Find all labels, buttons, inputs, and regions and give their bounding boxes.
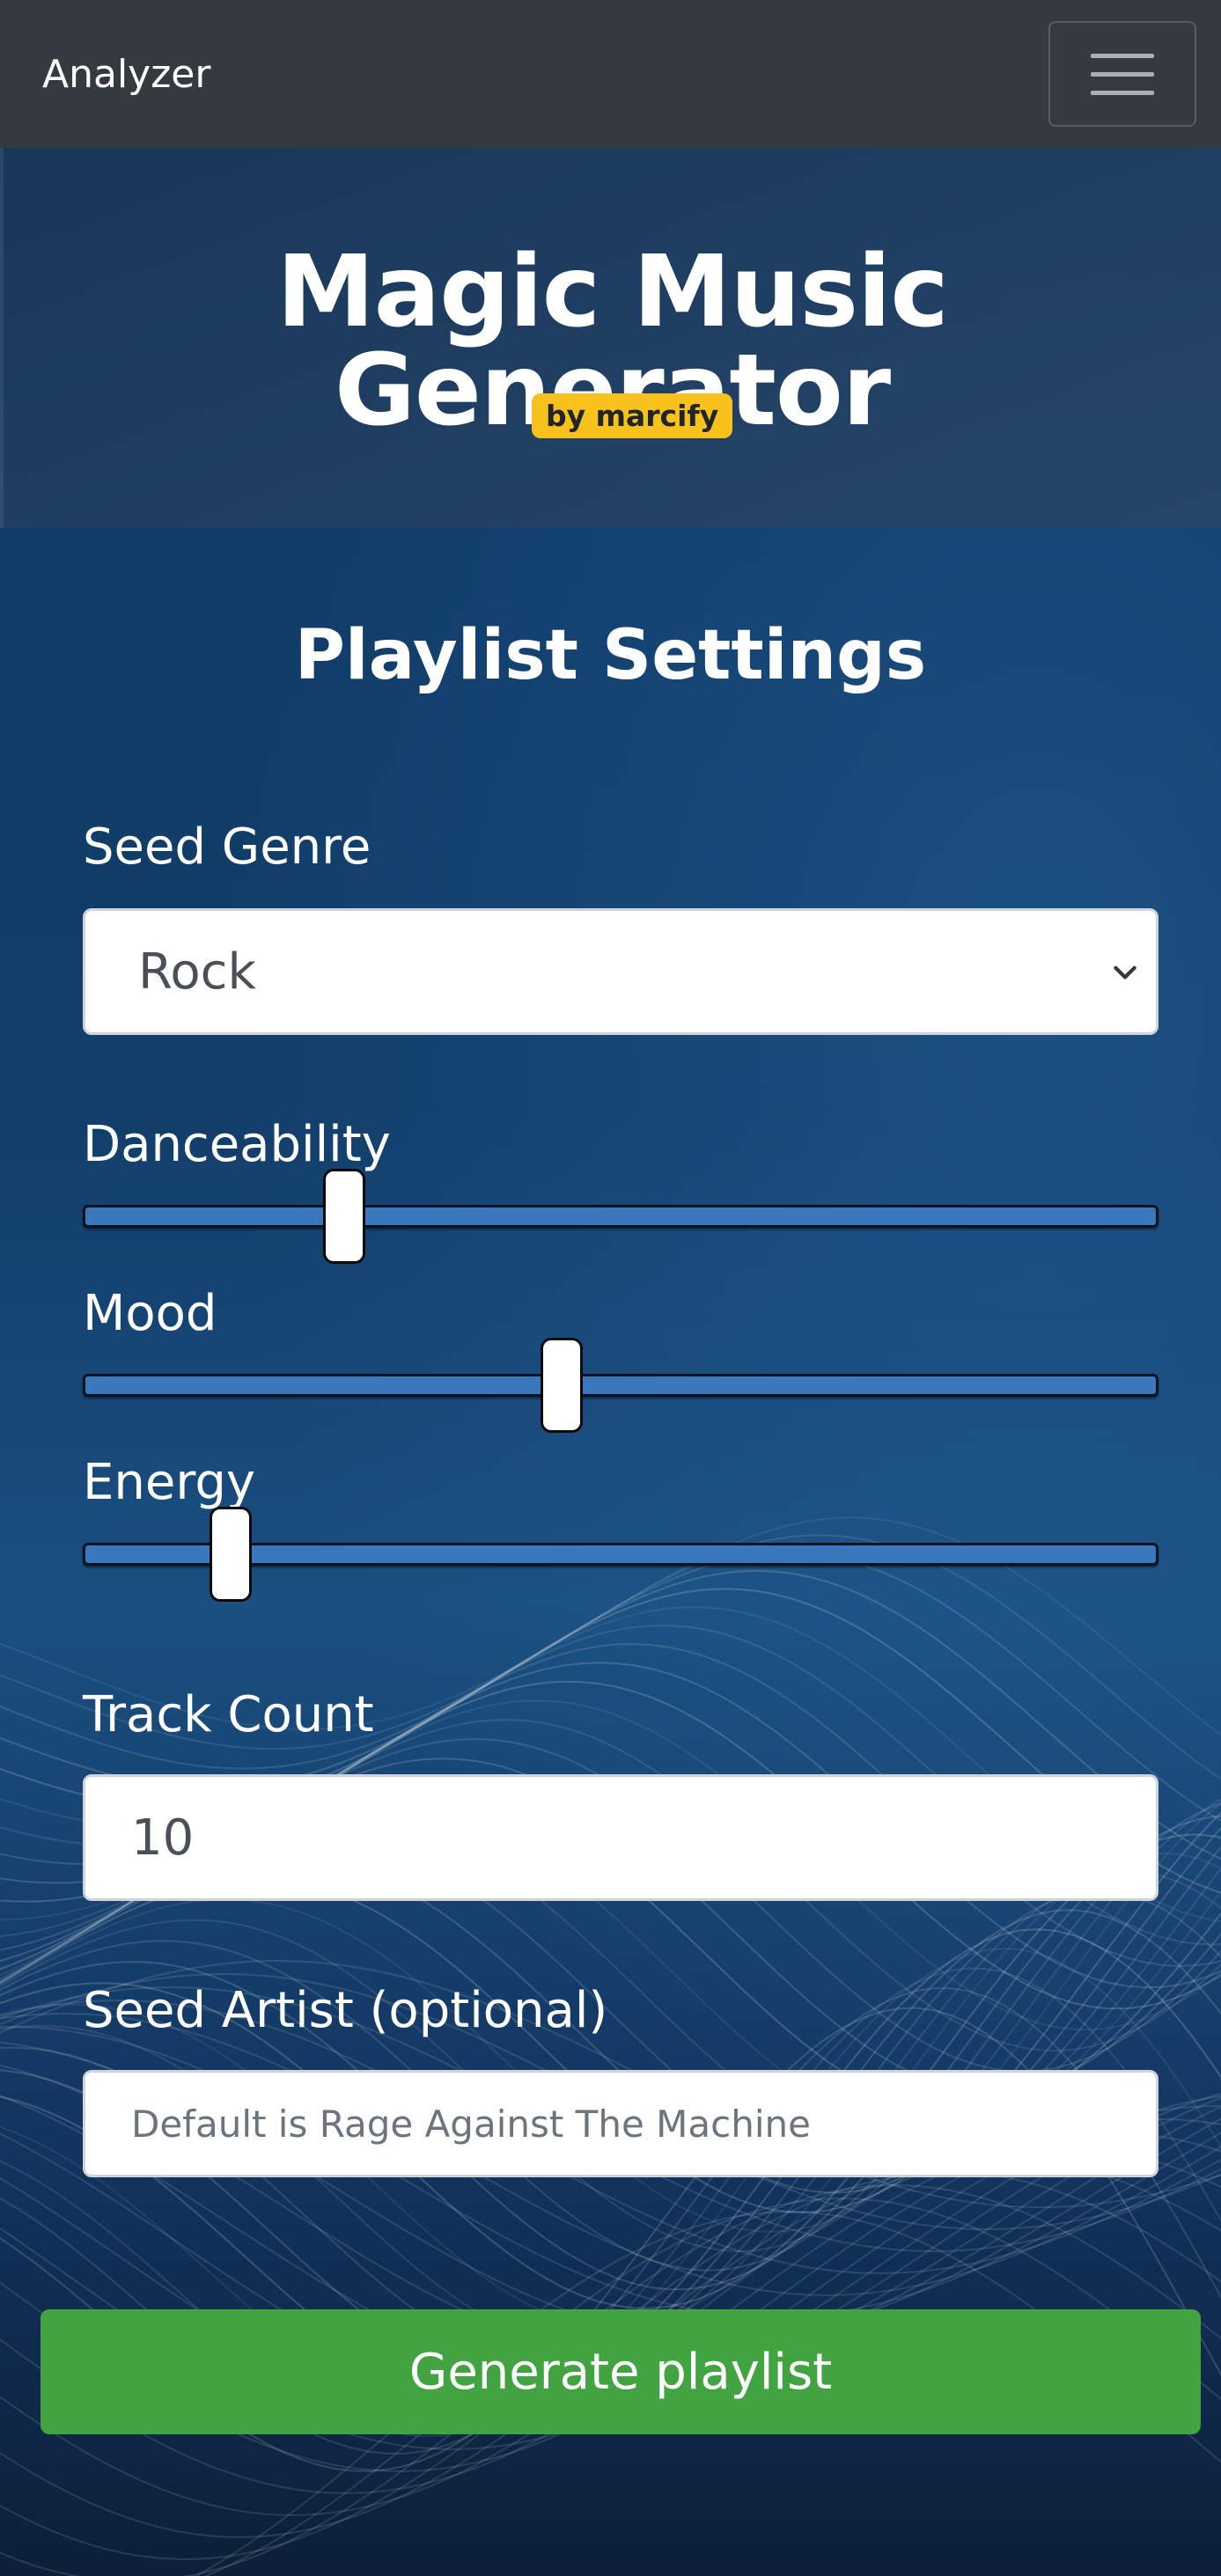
seed-genre-label: Seed Genre (83, 818, 371, 876)
energy-slider[interactable] (83, 1507, 1158, 1602)
danceability-label: Danceability (83, 1116, 391, 1173)
danceability-slider[interactable] (83, 1169, 1158, 1264)
generate-playlist-button[interactable]: Generate playlist (40, 2309, 1201, 2434)
menu-toggle-button[interactable] (1048, 21, 1196, 127)
seed-genre-select[interactable]: Rock (83, 908, 1158, 1035)
energy-slider-thumb[interactable] (209, 1507, 252, 1602)
header-jumbotron: Magic Music Generator by marcify (0, 148, 1221, 528)
track-count-value: 10 (131, 1809, 195, 1867)
energy-label: Energy (83, 1454, 256, 1511)
mood-slider[interactable] (83, 1338, 1158, 1433)
chevron-down-icon (1114, 965, 1136, 980)
hamburger-icon (1091, 53, 1154, 58)
seed-genre-value: Rock (138, 943, 256, 1001)
mood-slider-thumb[interactable] (540, 1338, 583, 1433)
navbar-brand[interactable]: Analyzer (42, 52, 210, 97)
section-title: Playlist Settings (294, 616, 927, 695)
navbar: Analyzer (0, 0, 1221, 148)
track-count-input[interactable]: 10 (83, 1774, 1158, 1901)
seed-artist-label: Seed Artist (optional) (83, 1982, 608, 2039)
mood-label: Mood (83, 1285, 217, 1342)
seed-artist-placeholder: Default is Rage Against The Machine (131, 2102, 811, 2146)
author-badge: by marcify (532, 393, 733, 438)
track-count-label: Track Count (83, 1686, 374, 1743)
danceability-slider-thumb[interactable] (323, 1169, 366, 1264)
seed-artist-input[interactable]: Default is Rage Against The Machine (83, 2070, 1158, 2177)
